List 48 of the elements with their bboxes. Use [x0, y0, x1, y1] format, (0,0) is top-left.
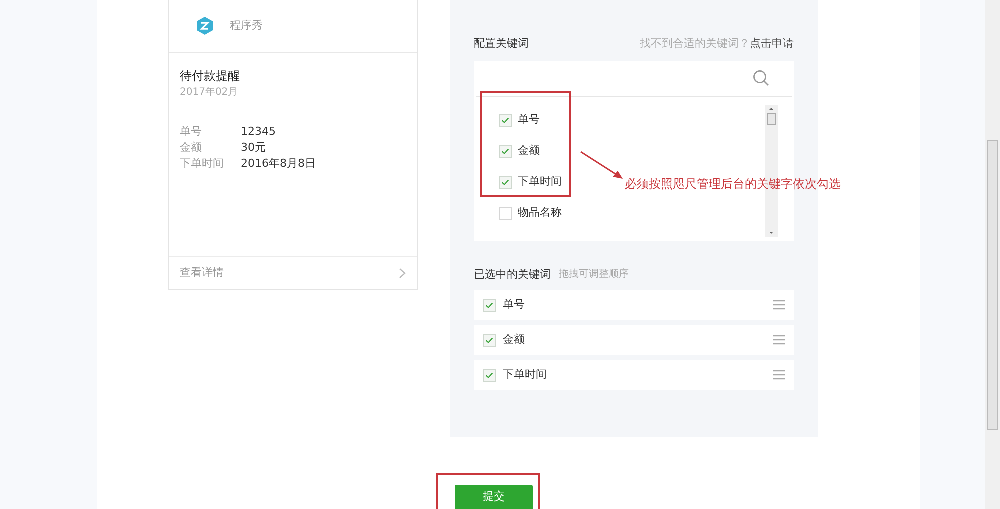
keyword-option[interactable]: 物品名称	[518, 205, 562, 222]
checkmark-icon	[485, 336, 494, 344]
page-scrollbar[interactable]	[985, 0, 1000, 509]
checkmark-icon	[485, 370, 494, 380]
drag-handle-icon[interactable]	[773, 300, 785, 310]
section-title: 配置关键词	[474, 36, 529, 52]
search-icon	[753, 70, 770, 86]
checkbox[interactable]	[499, 176, 512, 189]
field-value: 2016年8月8日	[241, 156, 316, 172]
hint-text: 找不到合适的关键词？	[640, 36, 750, 52]
selected-keyword-row[interactable]: 金额	[474, 325, 794, 355]
checkbox[interactable]	[483, 334, 496, 346]
chevron-right-icon	[399, 268, 406, 278]
field-label: 单号	[180, 124, 203, 140]
selected-keyword-row[interactable]: 下单时间	[474, 360, 794, 390]
checkmark-icon	[501, 116, 510, 125]
keyword-option[interactable]: 金额	[518, 143, 540, 160]
field-value: 30元	[241, 140, 266, 156]
drag-handle-icon[interactable]	[773, 335, 785, 345]
checkbox[interactable]	[483, 298, 496, 312]
keyword-option[interactable]: 下单时间	[518, 174, 562, 191]
field-value: 12345	[241, 124, 276, 140]
field-label: 下单时间	[180, 156, 225, 172]
checkbox[interactable]	[499, 145, 512, 158]
scroll-thumb[interactable]	[987, 140, 998, 430]
annotation-text: 必须按照咫尺管理后台的关键字依次勾选	[625, 176, 841, 193]
keyword-label: 单号	[503, 296, 525, 313]
checkbox[interactable]	[499, 207, 512, 220]
app-logo-icon	[195, 16, 215, 36]
selected-keyword-row[interactable]: 单号	[474, 290, 794, 320]
card-title: 待付款提醒	[180, 68, 241, 85]
scroll-thumb[interactable]	[767, 112, 776, 124]
checkmark-icon	[485, 300, 494, 310]
keyword-option[interactable]: 单号	[518, 112, 540, 129]
drag-handle-icon[interactable]	[773, 370, 785, 380]
annotation-arrow	[580, 151, 624, 181]
checkbox[interactable]	[499, 114, 512, 127]
section-title: 已选中的关键词	[474, 266, 551, 282]
field-label: 金额	[180, 140, 203, 156]
card-date: 2017年02月	[180, 86, 240, 100]
hint-text: 拖拽可调整顺序	[559, 268, 629, 282]
app-name: 程序秀	[230, 18, 263, 34]
keyword-label: 下单时间	[503, 366, 547, 383]
checkmark-icon	[501, 178, 510, 187]
checkmark-icon	[501, 147, 510, 156]
checkbox[interactable]	[483, 368, 496, 382]
keyword-label: 金额	[503, 332, 525, 348]
apply-link[interactable]: 点击申请	[750, 36, 794, 52]
